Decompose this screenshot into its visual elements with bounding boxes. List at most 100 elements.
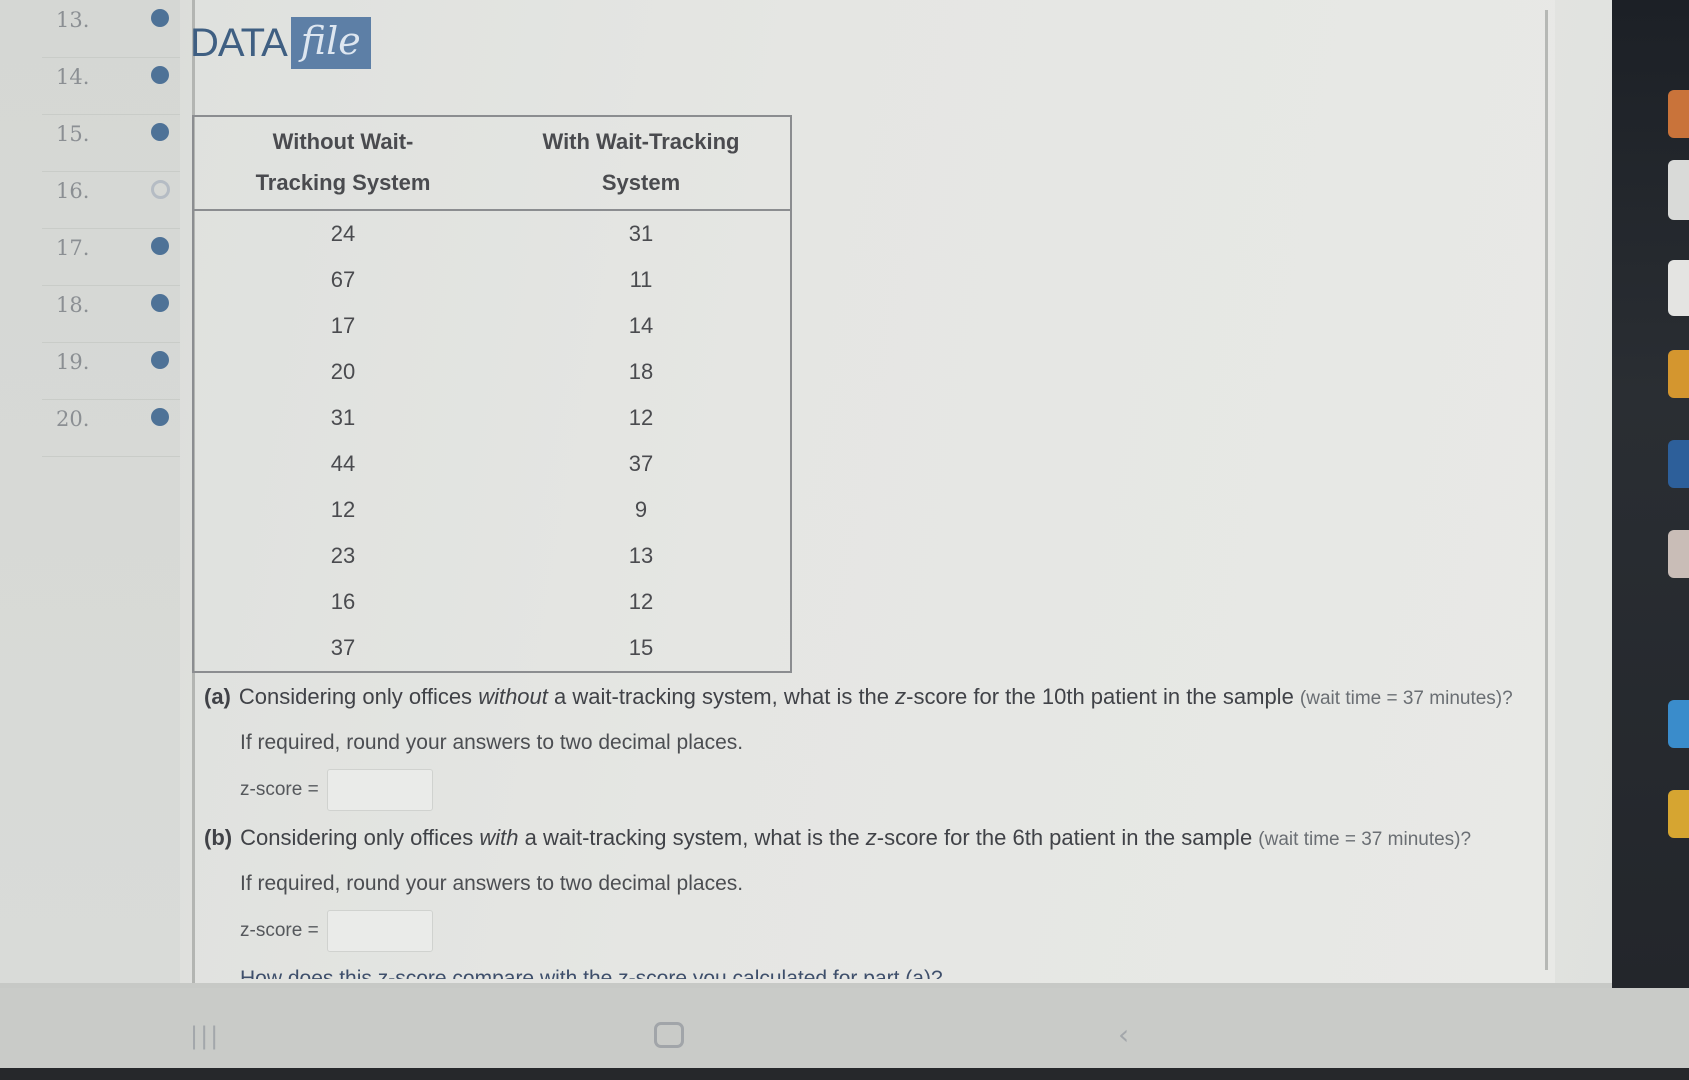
table-row: 31 12: [193, 395, 791, 441]
question-text: -score for the 6th patient in the sample: [876, 825, 1259, 850]
z-score-label: z-score =: [240, 779, 319, 800]
question-nav-item-19[interactable]: 19.: [42, 342, 180, 400]
rounding-hint: If required, round your answers to two d…: [240, 731, 744, 754]
data-label: DATA: [190, 20, 288, 65]
dock-app-icon[interactable]: [1668, 700, 1689, 748]
header-line: Tracking System: [255, 170, 431, 195]
part-a-question: (a) Considering only offices without a wa…: [204, 684, 1513, 710]
question-nav-item-15[interactable]: 15.: [42, 114, 180, 172]
table-cell: 12: [628, 589, 654, 614]
part-b-answer-row: z-score =: [240, 910, 433, 952]
table-row: 67 11: [193, 257, 791, 303]
question-number: 15.: [56, 122, 90, 146]
dock-app-icon[interactable]: [1668, 90, 1689, 138]
wait-time-note: (wait time = 37 minutes)?: [1258, 829, 1472, 850]
dock-app-icon[interactable]: [1668, 530, 1689, 578]
answered-status-dot-icon: [151, 351, 169, 369]
part-a-z-score-input[interactable]: [326, 769, 433, 811]
dock-app-icon[interactable]: [1668, 260, 1689, 316]
table-cell: 18: [628, 359, 654, 384]
table-row: 20 18: [193, 349, 791, 395]
part-a-answer-row: z-score =: [240, 769, 433, 811]
part-b-z-score-input[interactable]: [326, 910, 433, 952]
part-a-label: (a): [204, 684, 231, 709]
z-score-label: z-score =: [240, 920, 319, 941]
table-cell: 16: [330, 589, 356, 614]
z-variable: z: [895, 684, 907, 709]
question-text: a wait-tracking system, what is the: [518, 825, 866, 850]
table-cell: 12: [628, 405, 654, 430]
question-nav-item-17[interactable]: 17.: [42, 228, 180, 286]
answered-status-dot-icon: [151, 123, 169, 141]
question-nav-item-18[interactable]: 18.: [42, 285, 180, 343]
table-cell: 13: [628, 543, 654, 568]
table-cell: 37: [330, 635, 356, 660]
dock-app-icon[interactable]: [1668, 350, 1689, 398]
recent-apps-icon[interactable]: |||: [190, 1022, 220, 1050]
screen: 13. 14. 15. 16. 17. 18. 19. 20. DATA fil…: [0, 0, 1612, 983]
answered-status-dot-icon: [151, 237, 169, 255]
content-divider: [1545, 10, 1548, 970]
table-cell: 15: [628, 635, 654, 660]
table-row: 16 12: [193, 579, 791, 625]
followup-question: How does this z-score compare with the z…: [240, 967, 943, 979]
answered-status-dot-icon: [151, 294, 169, 312]
table-header-row: Without Wait- Tracking System With Wait-…: [193, 116, 791, 211]
z-variable: z: [865, 825, 877, 850]
table-cell: 44: [330, 451, 356, 476]
table-cell: 20: [330, 359, 356, 384]
wait-time-note: (wait time = 37 minutes)?: [1299, 688, 1513, 709]
dock-app-icon[interactable]: [1668, 160, 1689, 220]
table-cell: 31: [628, 221, 654, 246]
part-b-question: (b) Considering only offices with a wait-…: [204, 825, 1471, 851]
question-number: 14.: [56, 65, 90, 89]
question-number: 20.: [56, 407, 90, 431]
question-number: 19.: [56, 350, 90, 374]
rounding-hint: If required, round your answers to two d…: [240, 872, 744, 895]
dock-app-icon[interactable]: [1668, 790, 1689, 838]
question-number: 13.: [56, 8, 90, 32]
screen-bezel: [0, 1068, 1689, 1080]
question-emphasis: without: [478, 684, 548, 709]
unanswered-status-dot-icon: [151, 180, 170, 199]
table-cell: 67: [330, 267, 356, 292]
question-text: -score for the 10th patient in the sampl…: [906, 684, 1300, 709]
back-icon[interactable]: ‹: [1118, 1018, 1129, 1051]
answered-status-dot-icon: [151, 408, 169, 426]
question-text: Considering only offices: [238, 684, 479, 709]
table-cell: 23: [330, 543, 356, 568]
table-row: 17 14: [193, 303, 791, 349]
wait-time-table: Without Wait- Tracking System With Wait-…: [192, 115, 792, 673]
question-text: a wait-tracking system, what is the: [547, 684, 896, 709]
table-row: 23 13: [193, 533, 791, 579]
column-header-without: Without Wait- Tracking System: [193, 116, 492, 211]
dock-app-icon[interactable]: [1668, 440, 1689, 488]
table-cell: 17: [330, 313, 356, 338]
table-cell: 12: [330, 497, 356, 522]
question-number: 16.: [56, 179, 90, 203]
answered-status-dot-icon: [151, 9, 169, 27]
question-nav-item-14[interactable]: 14.: [42, 57, 180, 115]
side-dock: [1612, 0, 1689, 988]
column-header-with: With Wait-Tracking System: [492, 116, 791, 211]
question-nav-item-13[interactable]: 13.: [42, 0, 180, 58]
table-cell: 37: [628, 451, 654, 476]
table-row: 12 9: [193, 487, 791, 533]
header-line: System: [601, 170, 681, 195]
table-row: 44 37: [193, 441, 791, 487]
question-text: Considering only offices: [240, 825, 480, 850]
home-icon[interactable]: [654, 1022, 684, 1048]
table-cell: 14: [628, 313, 654, 338]
table-cell: 31: [330, 405, 356, 430]
table-cell: 24: [330, 221, 356, 246]
question-emphasis: with: [479, 825, 519, 850]
question-number: 17.: [56, 236, 90, 260]
part-b-label: (b): [204, 825, 233, 850]
data-file-button[interactable]: DATA file: [190, 15, 371, 71]
table-cell: 11: [629, 267, 653, 292]
question-nav-item-20[interactable]: 20.: [42, 399, 180, 457]
question-navigator: 13. 14. 15. 16. 17. 18. 19. 20.: [0, 0, 180, 983]
question-number: 18.: [56, 293, 90, 317]
header-line: With Wait-Tracking: [542, 129, 740, 154]
question-nav-item-16[interactable]: 16.: [42, 171, 180, 229]
